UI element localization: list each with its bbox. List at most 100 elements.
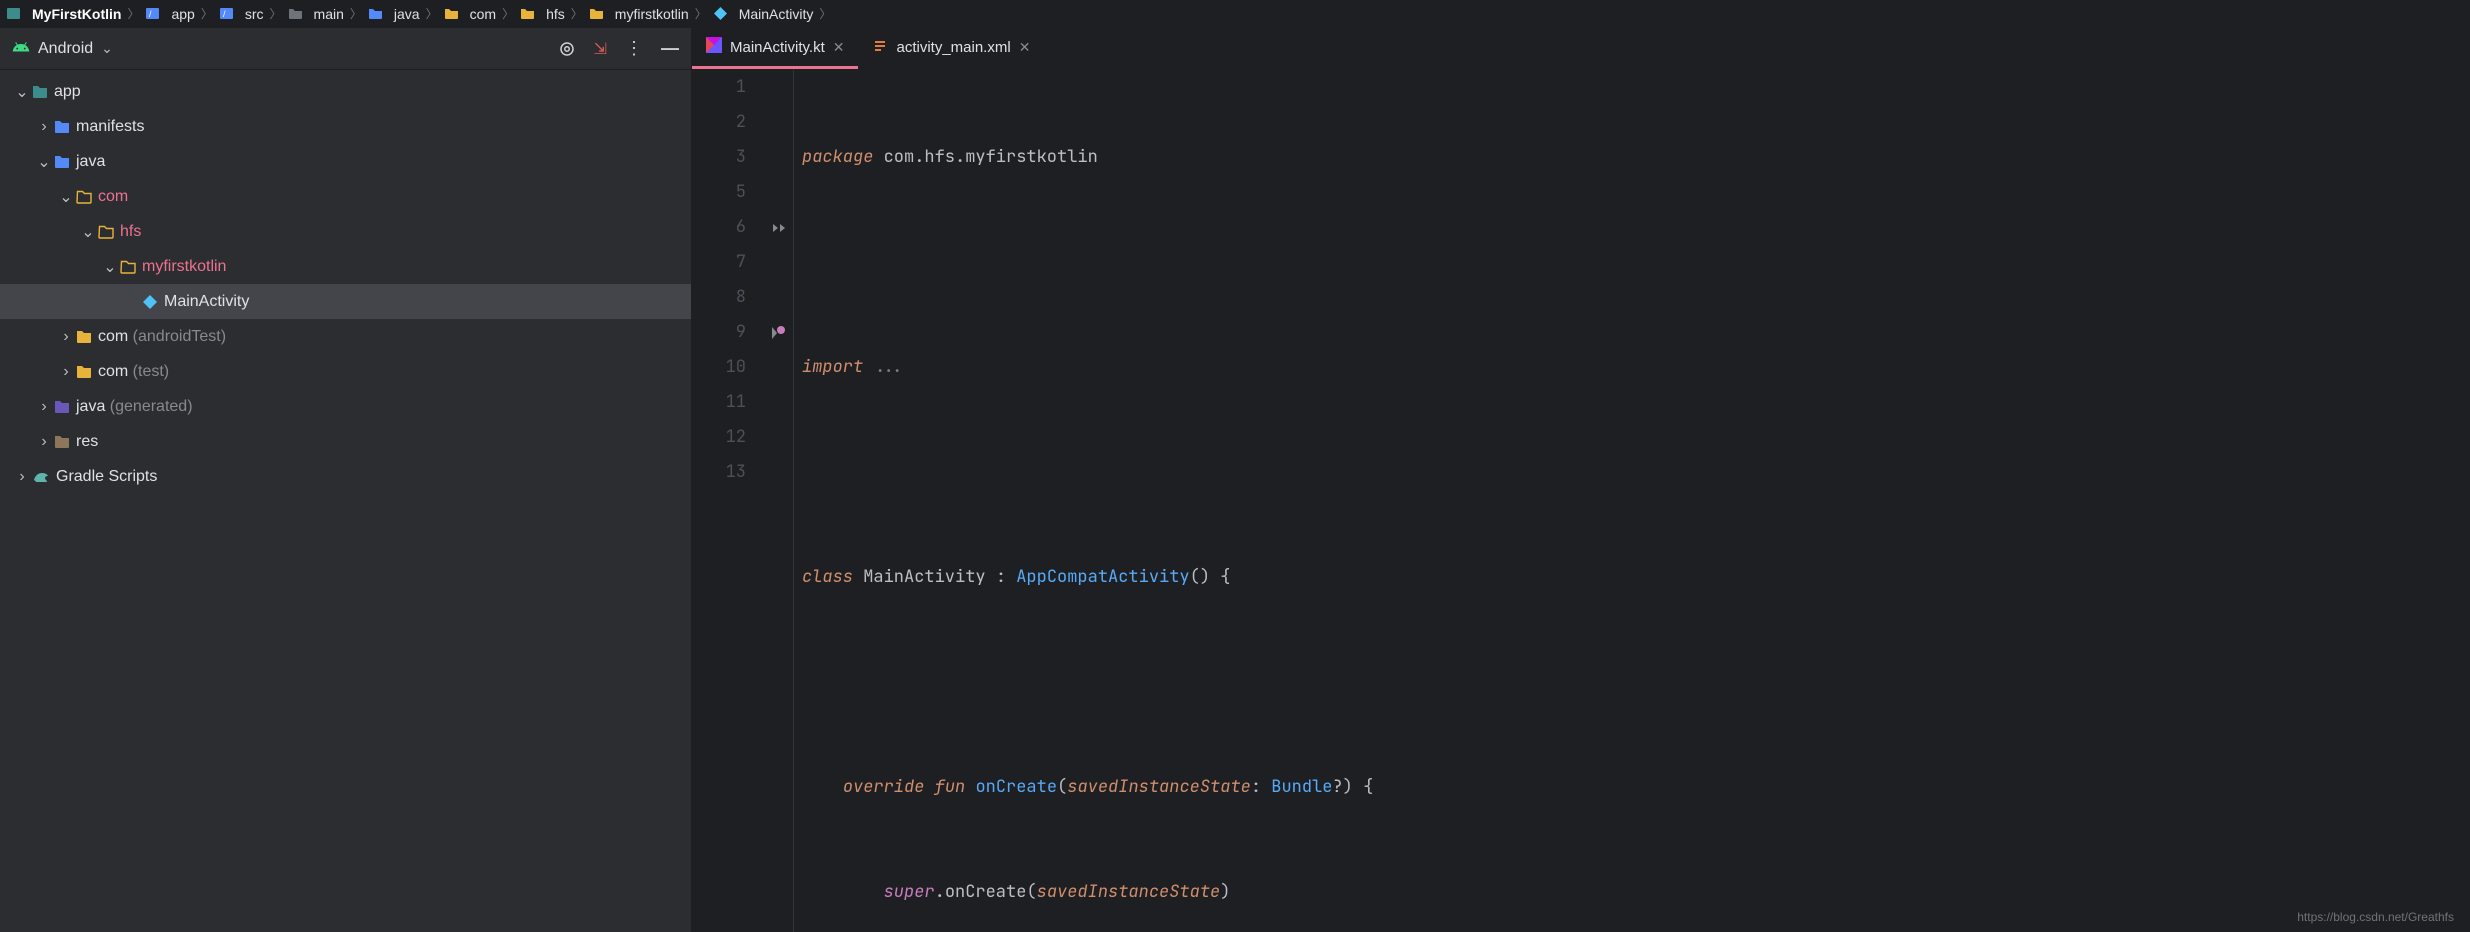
tree-label: hfs bbox=[120, 223, 141, 241]
breadcrumb-label: java bbox=[394, 6, 420, 22]
close-icon[interactable]: ✕ bbox=[1019, 39, 1031, 56]
package-icon bbox=[589, 7, 604, 20]
module-icon bbox=[6, 6, 21, 21]
code-token: ) bbox=[1220, 881, 1230, 903]
chevron-right-icon[interactable]: › bbox=[36, 118, 52, 136]
code-token: ? bbox=[1332, 776, 1342, 798]
breadcrumb-item-project[interactable]: MyFirstKotlin bbox=[6, 6, 121, 22]
navigate-icon[interactable] bbox=[768, 218, 788, 238]
project-sidebar: Android ⌄ ⇲ ⋮ — ⌄app›manifests⌄java⌄com⌄… bbox=[0, 28, 692, 932]
tree-label: myfirstkotlin bbox=[142, 258, 226, 276]
module-code-icon: / bbox=[145, 6, 160, 21]
sidebar-header: Android ⌄ ⇲ ⋮ — bbox=[0, 28, 691, 70]
class-icon bbox=[142, 294, 158, 310]
code-token: MainActivity bbox=[863, 566, 996, 588]
tree-item-hfs[interactable]: ⌄ hfs bbox=[0, 214, 691, 249]
chevron-down-icon[interactable]: ⌄ bbox=[58, 187, 74, 207]
folder-yellow-icon bbox=[76, 330, 92, 344]
tab-label: MainActivity.kt bbox=[730, 39, 825, 56]
collapse-icon[interactable]: ⇲ bbox=[594, 39, 607, 59]
folder-yellow-out-icon bbox=[98, 225, 114, 239]
breadcrumb-item-myfirstkotlin[interactable]: myfirstkotlin bbox=[589, 6, 689, 22]
code-token: : bbox=[1251, 776, 1271, 798]
watermark: https://blog.csdn.net/Greathfs bbox=[2297, 910, 2454, 924]
chevron-right-icon[interactable]: › bbox=[14, 468, 30, 486]
tree-item-java[interactable]: ⌄java bbox=[0, 144, 691, 179]
breadcrumb-item-app[interactable]: / app bbox=[145, 6, 194, 22]
code-token: savedInstanceState bbox=[1037, 881, 1221, 903]
tab-label: activity_main.xml bbox=[896, 39, 1010, 56]
chevron-right-icon: 〉 bbox=[350, 5, 362, 22]
tree-item-com[interactable]: ⌄ com bbox=[0, 179, 691, 214]
breadcrumb-item-main[interactable]: main bbox=[288, 6, 344, 22]
code-token: super bbox=[884, 881, 935, 903]
minimize-icon[interactable]: — bbox=[661, 38, 679, 59]
chevron-right-icon[interactable]: › bbox=[58, 363, 74, 381]
folder-blue-icon bbox=[54, 155, 70, 169]
folder-brown-icon bbox=[54, 435, 70, 449]
tab-activity-main-xml[interactable]: activity_main.xml ✕ bbox=[858, 28, 1044, 69]
line-number: 13 bbox=[692, 455, 746, 490]
breadcrumb-label: src bbox=[245, 6, 264, 22]
line-number: 5 bbox=[692, 175, 746, 210]
tree-item-com[interactable]: ›com (androidTest) bbox=[0, 319, 691, 354]
code-token: override bbox=[843, 776, 935, 798]
code-token: fun bbox=[935, 776, 976, 798]
package-icon bbox=[520, 7, 535, 20]
breadcrumb-item-src[interactable]: / src bbox=[219, 6, 264, 22]
code-editor[interactable]: 1235678910111213 package com.hfs.myfirst… bbox=[692, 70, 2470, 932]
line-number: 11 bbox=[692, 385, 746, 420]
chevron-down-icon[interactable]: ⌄ bbox=[80, 222, 96, 242]
code-token: import bbox=[802, 356, 863, 378]
editor-panel: MainActivity.kt ✕ activity_main.xml ✕ 12… bbox=[692, 28, 2470, 932]
tree-label: com bbox=[98, 188, 128, 206]
run-compose-icon[interactable] bbox=[768, 323, 788, 343]
tree-label: manifests bbox=[76, 118, 144, 136]
breadcrumb-item-java[interactable]: java bbox=[368, 6, 420, 22]
breadcrumb-item-hfs[interactable]: hfs bbox=[520, 6, 565, 22]
folder-yellow-out-icon bbox=[120, 260, 136, 274]
chevron-right-icon[interactable]: › bbox=[58, 328, 74, 346]
tab-mainactivity[interactable]: MainActivity.kt ✕ bbox=[692, 28, 858, 69]
line-number: 3 bbox=[692, 140, 746, 175]
breadcrumb-label: main bbox=[314, 6, 344, 22]
tree-label: com (test) bbox=[98, 363, 169, 381]
tree-item-mainactivity[interactable]: MainActivity bbox=[0, 284, 691, 319]
chevron-right-icon: 〉 bbox=[502, 5, 514, 22]
chevron-down-icon[interactable]: ⌄ bbox=[36, 152, 52, 172]
close-icon[interactable]: ✕ bbox=[833, 39, 845, 56]
chevron-right-icon: 〉 bbox=[127, 5, 139, 22]
code-token: Bundle bbox=[1271, 776, 1332, 798]
project-view-selector[interactable]: Android ⌄ bbox=[12, 38, 113, 59]
tree-label: Gradle Scripts bbox=[56, 468, 157, 486]
tree-item-myfirstkotlin[interactable]: ⌄ myfirstkotlin bbox=[0, 249, 691, 284]
chevron-down-icon[interactable]: ⌄ bbox=[14, 82, 30, 102]
tree-item-res[interactable]: ›res bbox=[0, 424, 691, 459]
tree-label: MainActivity bbox=[164, 293, 249, 311]
tree-item-app[interactable]: ⌄ app bbox=[0, 74, 691, 109]
chevron-down-icon[interactable]: ⌄ bbox=[102, 257, 118, 277]
tree-item-gradle-scripts[interactable]: › Gradle Scripts bbox=[0, 459, 691, 494]
line-number: 10 bbox=[692, 350, 746, 385]
chevron-right-icon[interactable]: › bbox=[36, 398, 52, 416]
code-token: onCreate bbox=[945, 881, 1027, 903]
breadcrumb-label: MainActivity bbox=[739, 6, 814, 22]
breadcrumb-item-mainactivity[interactable]: MainActivity bbox=[713, 6, 814, 22]
tree-item-java[interactable]: › java (generated) bbox=[0, 389, 691, 424]
tree-item-com[interactable]: › com (test) bbox=[0, 354, 691, 389]
xml-file-icon bbox=[872, 37, 888, 57]
tree-label: java (generated) bbox=[76, 398, 193, 416]
line-number: 8 bbox=[692, 280, 746, 315]
code-token: class bbox=[802, 566, 863, 588]
more-icon[interactable]: ⋮ bbox=[625, 38, 643, 59]
breadcrumb-item-com[interactable]: com bbox=[444, 6, 496, 22]
code-content[interactable]: package com.hfs.myfirstkotlin import ...… bbox=[794, 70, 2470, 932]
folder-yellow-out-icon bbox=[76, 190, 92, 204]
tree-item-manifests[interactable]: › manifests bbox=[0, 109, 691, 144]
line-number: 12 bbox=[692, 420, 746, 455]
target-icon[interactable] bbox=[558, 40, 576, 58]
chevron-right-icon[interactable]: › bbox=[36, 433, 52, 451]
project-tree[interactable]: ⌄app›manifests⌄java⌄com⌄hfs⌄myfirstkotli… bbox=[0, 70, 691, 932]
tree-label: app bbox=[54, 83, 81, 101]
breadcrumb-label: myfirstkotlin bbox=[615, 6, 689, 22]
